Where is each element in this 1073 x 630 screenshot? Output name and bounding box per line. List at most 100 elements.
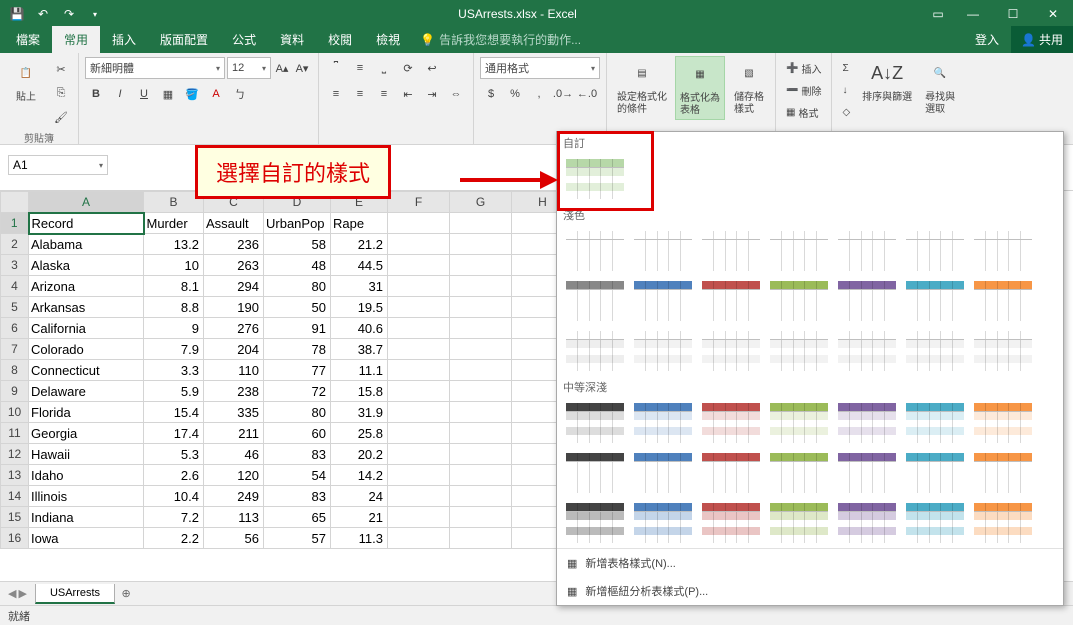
undo-icon[interactable]: ↶: [34, 5, 52, 23]
format-painter-button[interactable]: 🖌: [50, 106, 72, 128]
row-header[interactable]: 15: [1, 507, 29, 528]
new-table-style-button[interactable]: ▦新增表格樣式(N)...: [557, 549, 1063, 577]
row-header[interactable]: 1: [1, 213, 29, 234]
cell[interactable]: 60: [264, 423, 331, 444]
cell[interactable]: 17.4: [144, 423, 204, 444]
row-header[interactable]: 2: [1, 234, 29, 255]
cell[interactable]: Illinois: [29, 486, 144, 507]
minimize-icon[interactable]: —: [953, 0, 993, 28]
decrease-decimal-button[interactable]: ←.0: [576, 83, 598, 105]
cell[interactable]: California: [29, 318, 144, 339]
cell[interactable]: 8.8: [144, 297, 204, 318]
table-style-option[interactable]: [631, 328, 695, 374]
cell[interactable]: [450, 465, 512, 486]
align-middle-button[interactable]: ≡: [349, 57, 371, 79]
cell[interactable]: 78: [264, 339, 331, 360]
cell[interactable]: [450, 381, 512, 402]
nav-prev-icon[interactable]: ◀: [8, 587, 16, 600]
cell[interactable]: 113: [204, 507, 264, 528]
nav-next-icon[interactable]: ▶: [18, 587, 26, 600]
cell[interactable]: [388, 465, 450, 486]
italic-button[interactable]: I: [109, 83, 131, 105]
cell[interactable]: 65: [264, 507, 331, 528]
increase-indent-button[interactable]: ⇥: [421, 83, 443, 105]
merge-center-button[interactable]: ⇔: [445, 83, 467, 105]
currency-button[interactable]: $: [480, 83, 502, 105]
table-style-option[interactable]: [631, 278, 695, 324]
table-style-option[interactable]: [767, 228, 831, 274]
column-header[interactable]: G: [450, 192, 512, 213]
cell[interactable]: 8.1: [144, 276, 204, 297]
table-style-option[interactable]: [835, 278, 899, 324]
border-button[interactable]: ▦: [157, 83, 179, 105]
table-style-option[interactable]: [971, 450, 1035, 496]
number-format-combo[interactable]: 通用格式▾: [480, 57, 600, 79]
cell[interactable]: 21: [331, 507, 388, 528]
cell[interactable]: 21.2: [331, 234, 388, 255]
cell[interactable]: 294: [204, 276, 264, 297]
cell[interactable]: Record: [29, 213, 144, 234]
table-style-option[interactable]: [835, 400, 899, 446]
cell[interactable]: [388, 276, 450, 297]
table-style-option[interactable]: [971, 278, 1035, 324]
row-header[interactable]: 7: [1, 339, 29, 360]
row-header[interactable]: 11: [1, 423, 29, 444]
cell[interactable]: Hawaii: [29, 444, 144, 465]
row-header[interactable]: 4: [1, 276, 29, 297]
tab-insert[interactable]: 插入: [100, 26, 148, 53]
table-style-option[interactable]: [563, 278, 627, 324]
cell[interactable]: 10: [144, 255, 204, 276]
cell[interactable]: 11.1: [331, 360, 388, 381]
cell[interactable]: 31: [331, 276, 388, 297]
cell[interactable]: 10.4: [144, 486, 204, 507]
delete-cells-button[interactable]: ➖刪除: [782, 80, 825, 100]
cell[interactable]: [388, 360, 450, 381]
conditional-format-button[interactable]: ▤設定格式化 的條件: [613, 56, 671, 118]
table-style-option[interactable]: [767, 450, 831, 496]
cell[interactable]: 3.3: [144, 360, 204, 381]
redo-icon[interactable]: ↷: [60, 5, 78, 23]
cell[interactable]: 276: [204, 318, 264, 339]
align-center-button[interactable]: ≡: [349, 83, 371, 105]
table-style-option[interactable]: [767, 400, 831, 446]
sheet-nav[interactable]: ◀▶: [0, 587, 35, 600]
table-style-option[interactable]: [631, 450, 695, 496]
cell[interactable]: Assault: [204, 213, 264, 234]
name-box[interactable]: A1▾: [8, 155, 108, 175]
cell[interactable]: 5.9: [144, 381, 204, 402]
cell[interactable]: 263: [204, 255, 264, 276]
copy-button[interactable]: ⎘: [50, 82, 72, 104]
tab-review[interactable]: 校閱: [316, 26, 364, 53]
cell[interactable]: Murder: [144, 213, 204, 234]
table-style-option[interactable]: [699, 278, 763, 324]
increase-decimal-button[interactable]: .0→: [552, 83, 574, 105]
cell[interactable]: Arizona: [29, 276, 144, 297]
cell[interactable]: [450, 360, 512, 381]
table-style-option[interactable]: [903, 278, 967, 324]
cell[interactable]: [450, 444, 512, 465]
row-header[interactable]: 3: [1, 255, 29, 276]
table-style-option[interactable]: [699, 328, 763, 374]
cell[interactable]: [450, 402, 512, 423]
cell[interactable]: [388, 402, 450, 423]
share-button[interactable]: 👤 共用: [1011, 26, 1073, 53]
fill-down-button[interactable]: ↓: [838, 80, 854, 100]
cell[interactable]: [388, 339, 450, 360]
cell[interactable]: [388, 507, 450, 528]
decrease-indent-button[interactable]: ⇤: [397, 83, 419, 105]
cell[interactable]: 238: [204, 381, 264, 402]
tab-formulas[interactable]: 公式: [220, 26, 268, 53]
cell[interactable]: Delaware: [29, 381, 144, 402]
cell-styles-button[interactable]: ▧儲存格 樣式: [729, 56, 769, 118]
tab-data[interactable]: 資料: [268, 26, 316, 53]
row-header[interactable]: 12: [1, 444, 29, 465]
comma-button[interactable]: ,: [528, 83, 550, 105]
cell[interactable]: [450, 528, 512, 549]
cell[interactable]: 19.5: [331, 297, 388, 318]
cell[interactable]: Georgia: [29, 423, 144, 444]
cell[interactable]: 46: [204, 444, 264, 465]
qat-customize-icon[interactable]: ▾: [86, 5, 104, 23]
cell[interactable]: 91: [264, 318, 331, 339]
ribbon-options-icon[interactable]: ▭: [923, 0, 953, 28]
phonetic-button[interactable]: ㄅ: [229, 83, 251, 105]
